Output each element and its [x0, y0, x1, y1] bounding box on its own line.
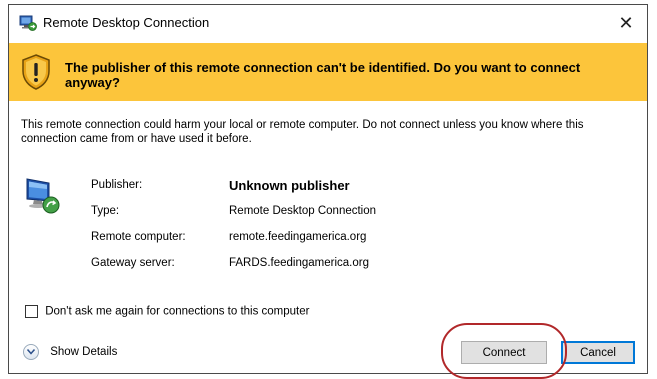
dont-ask-again-row[interactable]: Don't ask me again for connections to th…: [25, 305, 309, 318]
info-row-publisher: Publisher: Unknown publisher: [91, 178, 491, 205]
show-details-label[interactable]: Show Details: [50, 346, 117, 358]
publisher-value: Unknown publisher: [229, 178, 350, 193]
close-button[interactable]: ✕: [613, 11, 639, 35]
warning-description: This remote connection could harm your l…: [21, 119, 584, 145]
connection-info: Publisher: Unknown publisher Type: Remot…: [91, 178, 491, 283]
remote-computer-value: remote.feedingamerica.org: [229, 231, 367, 243]
remote-desktop-app-icon: [19, 15, 37, 31]
warning-shield-icon: [21, 54, 51, 90]
publisher-label: Publisher:: [91, 179, 143, 191]
info-row-type: Type: Remote Desktop Connection: [91, 205, 491, 231]
warning-banner: The publisher of this remote connection …: [9, 43, 647, 101]
remote-desktop-dialog: Remote Desktop Connection ✕ The publishe…: [8, 4, 648, 379]
gateway-server-label: Gateway server:: [91, 257, 175, 269]
remote-computer-label: Remote computer:: [91, 231, 186, 243]
chevron-down-icon[interactable]: [23, 344, 39, 360]
type-value: Remote Desktop Connection: [229, 205, 377, 217]
dont-ask-again-checkbox[interactable]: [25, 305, 38, 318]
info-row-remote-computer: Remote computer: remote.feedingamerica.o…: [91, 231, 491, 257]
remote-computer-icon: [23, 175, 61, 215]
show-details-toggle[interactable]: Show Details: [23, 344, 117, 360]
info-row-gateway-server: Gateway server: FARDS.feedingamerica.org: [91, 257, 491, 283]
type-label: Type:: [91, 205, 120, 217]
window-title: Remote Desktop Connection: [43, 15, 210, 30]
gateway-server-value: FARDS.feedingamerica.org: [229, 257, 369, 269]
dont-ask-again-label[interactable]: Don't ask me again for connections to th…: [45, 306, 309, 318]
warning-message: The publisher of this remote connection …: [65, 60, 581, 90]
connect-button[interactable]: Connect: [461, 341, 547, 364]
cancel-button[interactable]: Cancel: [561, 341, 635, 364]
title-bar: Remote Desktop Connection ✕: [9, 5, 647, 41]
